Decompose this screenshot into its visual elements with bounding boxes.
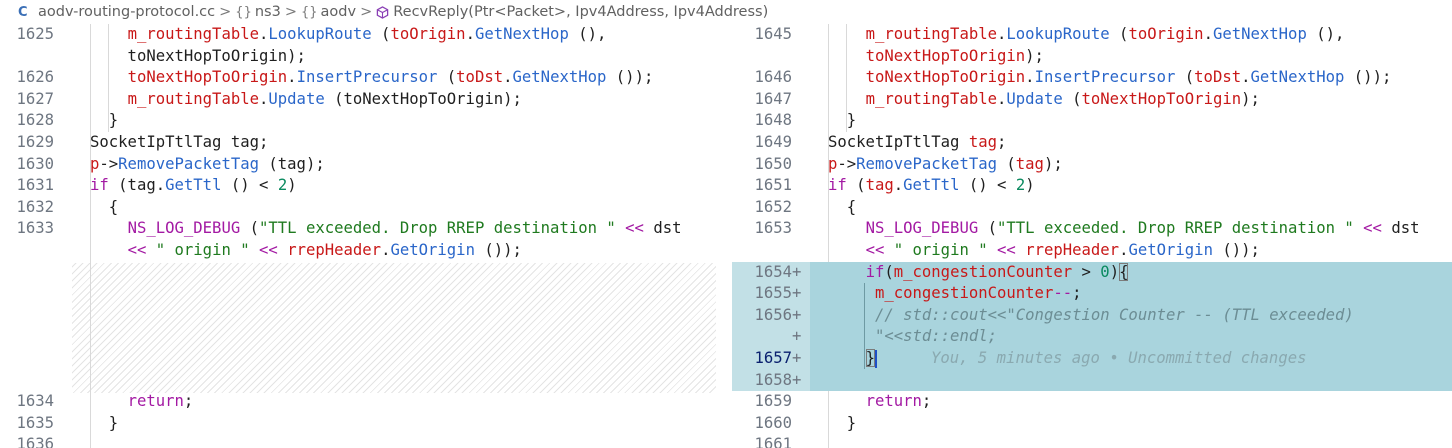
code-line[interactable]: 1651 if (tag.GetTtl () < 2)	[732, 175, 1452, 197]
code-line[interactable]: 1648 }	[732, 110, 1452, 132]
code-line[interactable]: 1629 SocketIpTtlTag tag;	[0, 132, 716, 154]
line-number: 1626	[16, 68, 54, 87]
line-number: 1633	[16, 219, 54, 238]
breadcrumb: C aodv-routing-protocol.cc > {} ns3 > {}…	[0, 0, 1452, 24]
code-line[interactable]: 1645 m_routingTable.LookupRoute (toOrigi…	[732, 24, 1452, 46]
line-number: 1660	[754, 413, 792, 432]
added-line-cursor[interactable]: 1657 + } You, 5 minutes ago • Uncommitted …	[732, 348, 1452, 370]
code-line[interactable]: 1632 {	[0, 197, 716, 219]
added-marker: +	[792, 284, 802, 303]
line-number: 1645	[754, 25, 792, 43]
code-line[interactable]: 1659 return;	[732, 391, 1452, 413]
code-line[interactable]: 1627 m_routingTable.Update (toNextHopToO…	[0, 89, 716, 111]
added-line[interactable]: 1658 +	[732, 369, 1452, 392]
line-number: 1661	[754, 435, 792, 448]
code-line[interactable]: << " origin " << rrepHeader.GetOrigin ()…	[0, 240, 716, 262]
line-number: 1652	[754, 197, 792, 216]
added-line[interactable]: 1654 + if(m_congestionCounter > 0){	[732, 261, 1452, 284]
namespace-icon: {}	[235, 4, 252, 20]
code-line[interactable]: toNextHopToOrigin);	[0, 46, 716, 68]
line-number: 1630	[16, 154, 54, 173]
added-marker: +	[792, 305, 802, 324]
code-line[interactable]: 1653 NS_LOG_DEBUG ("TTL exceeded. Drop R…	[732, 218, 1452, 240]
breadcrumb-file[interactable]: aodv-routing-protocol.cc	[38, 4, 215, 20]
diff-placeholder-hatch	[72, 263, 716, 393]
line-number: 1659	[754, 392, 792, 411]
line-number: 1632	[16, 197, 54, 216]
line-number: 1646	[754, 68, 792, 87]
code-line[interactable]: 1661	[732, 434, 1452, 448]
line-number: 1647	[754, 89, 792, 108]
code-line[interactable]: 1649 SocketIpTtlTag tag;	[732, 132, 1452, 154]
code-line[interactable]: 1630 p->RemovePacketTag (tag);	[0, 154, 716, 176]
line-number: 1635	[16, 413, 54, 432]
breadcrumb-separator: >	[284, 4, 297, 20]
line-number: 1629	[16, 133, 54, 151]
code-line[interactable]: 1631 if (tag.GetTtl () < 2)	[0, 175, 716, 197]
code-line[interactable]: 1660 }	[732, 413, 1452, 435]
code-line[interactable]: 1636	[0, 434, 716, 448]
added-line[interactable]: 1655 + m_congestionCounter--;	[732, 283, 1452, 305]
breadcrumb-namespace-aodv[interactable]: aodv	[321, 4, 357, 20]
line-number: 1653	[754, 219, 792, 238]
line-number: 1628	[16, 111, 54, 130]
code-line[interactable]: 1634 return;	[0, 391, 716, 413]
method-icon	[376, 5, 389, 19]
line-number: 1634	[16, 392, 54, 411]
code-comment: "<<std::endl;	[874, 327, 998, 346]
added-line[interactable]: 1656 + // std::cout<<"Congestion Counter …	[732, 304, 1452, 327]
line-number: 1657	[754, 349, 792, 367]
code-line[interactable]: << " origin " << rrepHeader.GetOrigin ()…	[732, 240, 1452, 262]
line-number: 1627	[16, 89, 54, 108]
line-number: 1648	[754, 111, 792, 130]
line-number: 1631	[16, 176, 54, 195]
code-line[interactable]: 1633 NS_LOG_DEBUG ("TTL exceeded. Drop R…	[0, 218, 716, 240]
breadcrumb-namespace-ns3[interactable]: ns3	[255, 4, 281, 20]
line-number: 1658	[754, 370, 792, 389]
code-line[interactable]: 1628 }	[0, 110, 716, 132]
text-cursor	[874, 349, 877, 368]
added-marker: +	[792, 262, 802, 281]
c-file-icon: C	[18, 4, 28, 20]
line-number: 1636	[16, 435, 54, 448]
line-number: 1649	[754, 133, 792, 151]
added-marker: +	[792, 327, 802, 346]
line-number: 1656	[754, 305, 792, 324]
code-line[interactable]: 1650 p->RemovePacketTag (tag);	[732, 154, 1452, 176]
code-comment: // std::cout<<"Congestion Counter -- (TT…	[874, 305, 1354, 324]
code-line[interactable]: 1646 toNextHopToOrigin.InsertPrecursor (…	[732, 67, 1452, 89]
code-line[interactable]: toNextHopToOrigin);	[732, 46, 1452, 68]
code-line[interactable]: 1625 m_routingTable.LookupRoute (toOrigi…	[0, 24, 716, 46]
code-line[interactable]: 1647 m_routingTable.Update (toNextHopToO…	[732, 89, 1452, 111]
diff-modified-pane[interactable]: 1645 m_routingTable.LookupRoute (toOrigi…	[732, 24, 1452, 448]
git-blame-annotation: You, 5 minutes ago • Uncommitted changes	[930, 349, 1307, 367]
namespace-icon: {}	[300, 4, 318, 20]
diff-divider[interactable]	[716, 24, 732, 448]
added-marker: +	[792, 370, 802, 389]
code-line[interactable]: 1635 }	[0, 413, 716, 435]
breadcrumb-method[interactable]: RecvReply(Ptr<Packet>, Ipv4Address, Ipv4…	[393, 4, 768, 20]
breadcrumb-separator: >	[219, 4, 232, 20]
code-line[interactable]: 1652 {	[732, 197, 1452, 219]
code-line[interactable]: 1626 toNextHopToOrigin.InsertPrecursor (…	[0, 67, 716, 89]
line-number: 1651	[754, 176, 792, 195]
line-number: 1655	[754, 284, 792, 303]
added-marker: +	[792, 349, 802, 367]
line-number: 1650	[754, 154, 792, 173]
line-number: 1625	[16, 25, 54, 43]
indent-guide	[864, 283, 865, 369]
line-number: 1654	[754, 262, 792, 281]
breadcrumb-separator: >	[360, 4, 373, 20]
diff-original-pane[interactable]: 1625 m_routingTable.LookupRoute (toOrigi…	[0, 24, 716, 448]
added-line[interactable]: + "<<std::endl;	[732, 326, 1452, 348]
